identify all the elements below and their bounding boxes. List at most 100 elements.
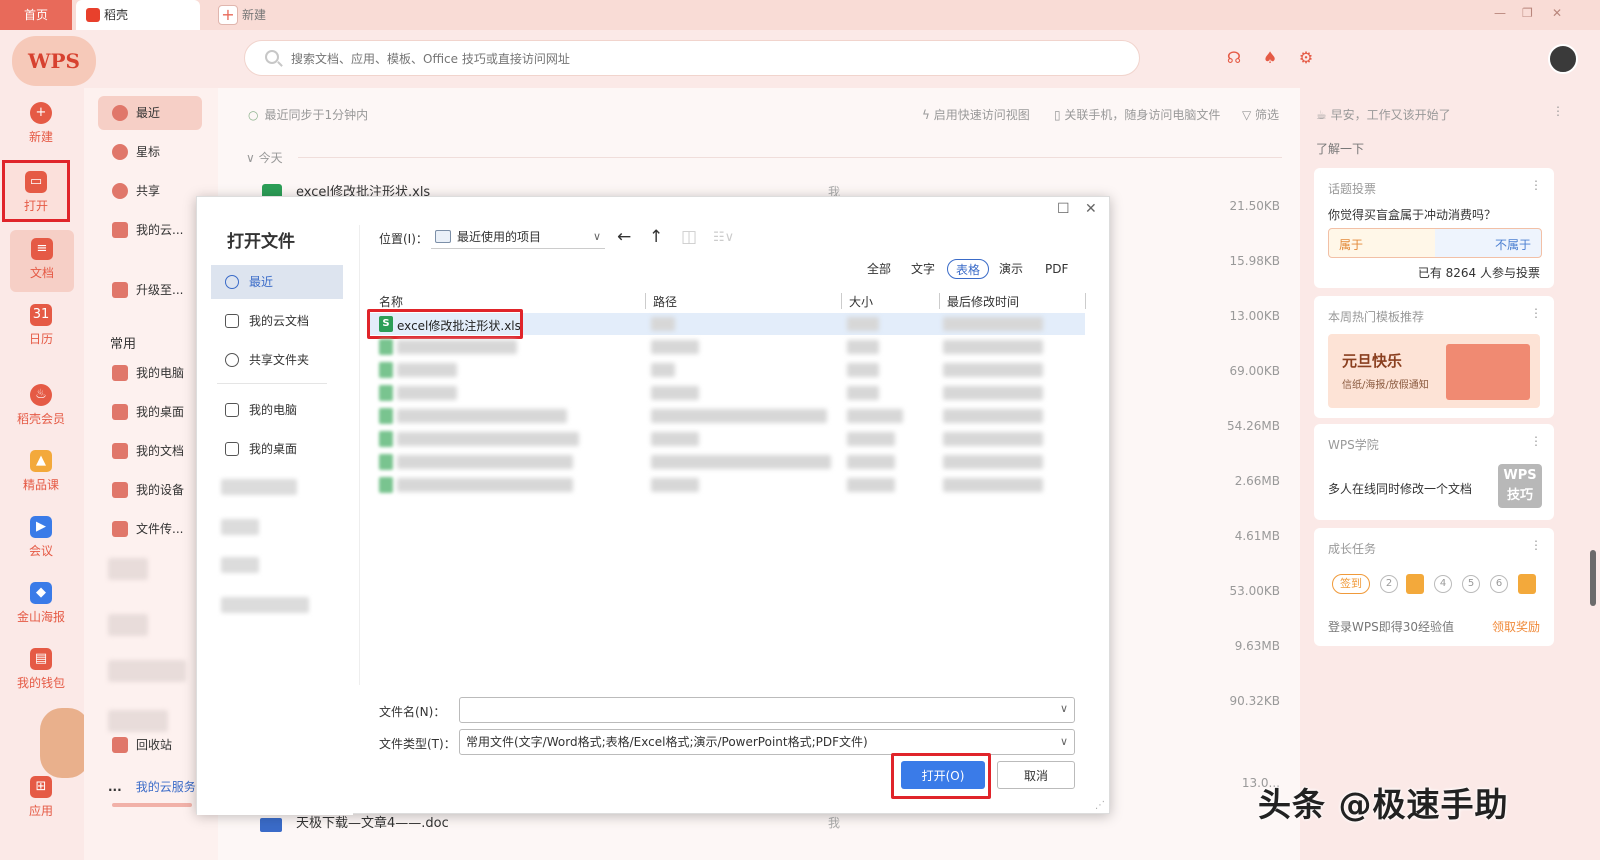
col2-my-documents[interactable]: 我的文档 <box>98 434 202 468</box>
cloud-cube-icon <box>112 222 128 238</box>
folder-shortcut-icon <box>112 365 128 381</box>
nav-apps[interactable]: ⊞ 应用 <box>4 768 78 830</box>
tab-home[interactable]: 首页 <box>0 0 72 30</box>
resize-grip-icon[interactable]: ⋰ <box>1095 800 1105 811</box>
nav-poster[interactable]: ◆ 金山海报 <box>4 574 78 636</box>
blurred-cell <box>847 478 895 492</box>
scrollbar-thumb[interactable] <box>1590 550 1596 606</box>
gear-icon[interactable]: ⚙ <box>1296 48 1316 68</box>
open-button[interactable]: 打开(O) <box>901 761 985 789</box>
tab-new[interactable]: + 新建 <box>212 0 292 30</box>
dialog-nav-shared[interactable]: 共享文件夹 <box>211 343 343 377</box>
col2-recent[interactable]: 最近 <box>98 96 202 130</box>
cancel-button[interactable]: 取消 <box>997 761 1075 789</box>
tab-daoke-label: 稻壳 <box>104 8 129 22</box>
academy-article[interactable]: 多人在线同时修改一个文档 <box>1328 480 1472 497</box>
quick-view-toggle[interactable]: ϟ 启用快速访问视图 <box>922 106 1030 123</box>
dialog-close-icon[interactable]: ✕ <box>1085 201 1097 217</box>
cloud-service-footer[interactable]: ... 我的云服务 <box>108 778 196 795</box>
search-input[interactable] <box>291 49 1111 69</box>
video-camera-icon: ▶ <box>30 516 52 538</box>
column-separator[interactable] <box>645 293 646 309</box>
nav-calendar[interactable]: 31 日历 <box>4 296 78 358</box>
filetype-select[interactable]: 常用文件(文字/Word格式;表格/Excel格式;演示/PowerPoint格… <box>459 729 1075 755</box>
tshirt-skin-icon[interactable]: ♠ <box>1260 48 1280 68</box>
nav-meeting[interactable]: ▶ 会议 <box>4 508 78 570</box>
view-mode-icon[interactable]: ☷∨ <box>713 230 734 245</box>
back-arrow-icon[interactable]: ← <box>617 227 631 247</box>
tab-daoke[interactable]: 稻壳 <box>76 0 200 30</box>
template-banner[interactable]: 元旦快乐 信纸/海报/放假通知 <box>1328 334 1540 408</box>
dialog-nav-recent-label: 最近 <box>249 275 274 289</box>
poll-no-option[interactable]: 不属于 <box>1495 236 1531 253</box>
dialog-nav-recent[interactable]: 最近 <box>211 265 343 299</box>
filter-writer[interactable]: 文字 <box>911 259 935 279</box>
column-path[interactable]: 路径 <box>653 293 677 310</box>
nav-documents[interactable]: ≡ 文档 <box>10 230 74 292</box>
column-separator[interactable] <box>841 293 842 309</box>
filter-spreadsheet[interactable]: 表格 <box>947 259 990 279</box>
sign-in-button[interactable]: 签到 <box>1332 574 1370 594</box>
up-arrow-icon[interactable]: ↑ <box>649 227 663 247</box>
col2-my-devices[interactable]: 我的设备 <box>98 473 202 507</box>
claim-reward-link[interactable]: 领取奖励 <box>1492 618 1540 635</box>
more-options-icon[interactable]: ⋮ <box>1552 104 1564 118</box>
dialog-nav-cloud[interactable]: 我的云文档 <box>211 304 343 338</box>
dialog-nav-my-computer[interactable]: 我的电脑 <box>211 393 343 427</box>
col2-my-computer[interactable]: 我的电脑 <box>98 356 202 390</box>
poll-yes-option[interactable]: 属于 <box>1339 236 1363 253</box>
folder-shortcut-icon <box>112 404 128 420</box>
column-separator[interactable] <box>939 293 940 309</box>
minimize-icon[interactable]: — <box>1494 6 1506 20</box>
filter-presentation[interactable]: 演示 <box>999 259 1023 279</box>
col2-trash[interactable]: 回收站 <box>98 728 202 762</box>
col2-starred[interactable]: 星标 <box>98 135 202 169</box>
nav-new[interactable]: + 新建 <box>4 94 78 156</box>
link-phone[interactable]: ▯ 关联手机，随身访问电脑文件 <box>1054 106 1220 123</box>
cloud-service-link[interactable]: 我的云服务 <box>136 780 196 794</box>
restore-icon[interactable]: ❐ <box>1522 6 1533 20</box>
divider <box>359 225 360 685</box>
nav-wallet[interactable]: ▤ 我的钱包 <box>4 640 78 702</box>
filter-pdf[interactable]: PDF <box>1045 259 1068 279</box>
folder-shortcut-icon <box>112 521 128 537</box>
nav-courses[interactable]: ▲ 精品课 <box>4 442 78 504</box>
col2-shared[interactable]: 共享 <box>98 174 202 208</box>
column-size[interactable]: 大小 <box>849 293 873 310</box>
search-bar[interactable] <box>244 40 1140 76</box>
header: WPS ☊ ♠ ⚙ <box>0 30 1600 88</box>
filter-all[interactable]: 全部 <box>867 259 891 279</box>
col2-upgrade[interactable]: 升级至... <box>98 273 202 307</box>
avatar[interactable] <box>1548 44 1578 74</box>
highlight-box <box>367 309 523 339</box>
chevron-down-icon[interactable]: ∨ <box>1060 702 1068 715</box>
col2-file-transfer[interactable]: 文件传... <box>98 512 202 546</box>
headset-icon[interactable]: ☊ <box>1224 48 1244 68</box>
card-more-icon[interactable]: ⋮ <box>1530 178 1542 192</box>
maximize-icon[interactable]: ☐ <box>1057 201 1070 217</box>
today-label: 今天 <box>258 151 283 165</box>
file-size: 15.98KB <box>1229 254 1280 268</box>
group-today[interactable]: ∨ 今天 <box>246 149 283 166</box>
col2-upgrade-label: 升级至... <box>136 283 184 297</box>
close-icon[interactable]: ✕ <box>1552 6 1562 20</box>
card-more-icon[interactable]: ⋮ <box>1530 306 1542 320</box>
filename-input[interactable]: ∨ <box>459 697 1075 723</box>
nav-daoke-vip[interactable]: ♨ 稻壳会员 <box>4 376 78 438</box>
column-separator[interactable] <box>1085 293 1086 309</box>
card-more-icon[interactable]: ⋮ <box>1530 538 1542 552</box>
filter-button[interactable]: ▽ 筛选 <box>1242 106 1279 123</box>
col2-cloud[interactable]: 我的云... <box>98 213 202 247</box>
learn-more-link[interactable]: 了解一下 <box>1316 140 1364 157</box>
blurred-cell <box>651 432 699 446</box>
card-more-icon[interactable]: ⋮ <box>1530 434 1542 448</box>
column-name[interactable]: 名称 <box>379 293 403 310</box>
dialog-nav-my-desktop[interactable]: 我的桌面 <box>211 432 343 466</box>
new-folder-icon[interactable]: ◫ <box>681 227 697 247</box>
nav-daoke-vip-label: 稻壳会员 <box>16 412 65 426</box>
location-select[interactable]: 最近使用的项目 ∨ <box>431 225 605 249</box>
col2-my-documents-label: 我的文档 <box>136 444 185 458</box>
column-modified[interactable]: 最后修改时间 <box>947 293 1019 310</box>
nav-open[interactable]: ▭ 打开 <box>2 160 70 222</box>
col2-my-desktop[interactable]: 我的桌面 <box>98 395 202 429</box>
